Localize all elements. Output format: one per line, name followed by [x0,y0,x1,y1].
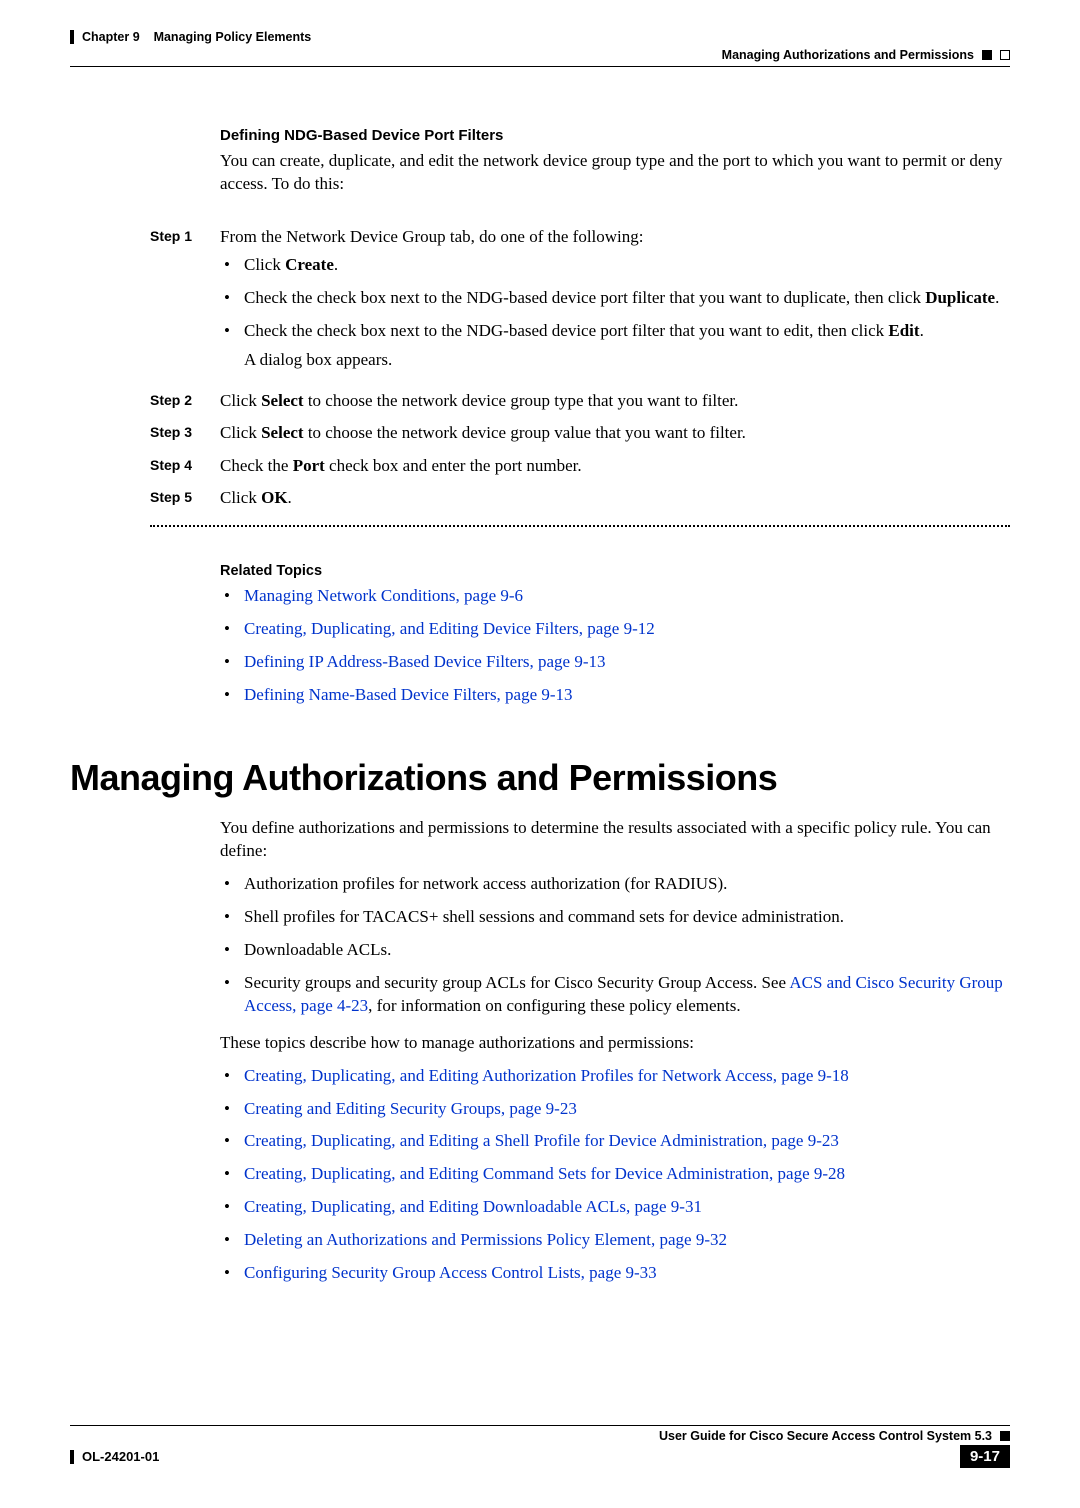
related-link[interactable]: Defining Name-Based Device Filters, page… [244,685,573,704]
step-label: Step 2 [150,388,220,414]
step1-trail: A dialog box appears. [244,349,1010,372]
topic-link[interactable]: Deleting an Authorizations and Permissio… [244,1230,727,1249]
footer-guide-title: User Guide for Cisco Secure Access Contr… [659,1429,992,1443]
header-bar-icon [70,30,74,44]
footer-docnum: OL-24201-01 [82,1449,159,1464]
chapter-title: Managing Policy Elements [154,30,312,44]
related-link[interactable]: Creating, Duplicating, and Editing Devic… [244,619,655,638]
page-header: Chapter 9 Managing Policy Elements Manag… [70,30,1010,67]
header-square-filled-icon [982,50,992,60]
related-topics-list: Managing Network Conditions, page 9-6 Cr… [220,585,1010,707]
step-text: Check the Port check box and enter the p… [220,453,1010,479]
topics-intro: These topics describe how to manage auth… [220,1032,1010,1055]
step-label: Step 1 [150,224,220,382]
step-label: Step 5 [150,485,220,511]
topic-link[interactable]: Creating, Duplicating, and Editing Autho… [244,1066,849,1085]
header-section-right: Managing Authorizations and Permissions [722,48,974,62]
step-text: Click Select to choose the network devic… [220,388,1010,414]
steps-block: Step 1 From the Network Device Group tab… [70,224,1010,511]
header-square-open-icon [1000,50,1010,60]
define-item: Shell profiles for TACACS+ shell session… [220,906,1010,929]
auth-intro: You define authorizations and permission… [220,817,1010,863]
define-item: Downloadable ACLs. [220,939,1010,962]
step-text: Click Select to choose the network devic… [220,420,1010,446]
topic-link[interactable]: Creating, Duplicating, and Editing Downl… [244,1197,702,1216]
page-number-badge: 9-17 [960,1445,1010,1468]
step1-bullet: Check the check box next to the NDG-base… [220,287,1010,310]
page-footer: User Guide for Cisco Secure Access Contr… [70,1425,1010,1468]
chapter-number: Chapter 9 [82,30,140,44]
topic-link[interactable]: Configuring Security Group Access Contro… [244,1263,657,1282]
footer-bar-icon [70,1450,74,1464]
step1-bullet: Check the check box next to the NDG-base… [220,320,1010,372]
related-link[interactable]: Defining IP Address-Based Device Filters… [244,652,605,671]
define-list: Authorization profiles for network acces… [220,873,1010,1018]
related-topics-heading: Related Topics [220,563,1010,579]
dotted-divider [150,525,1010,527]
footer-square-icon [1000,1431,1010,1441]
topic-links-list: Creating, Duplicating, and Editing Autho… [220,1065,1010,1286]
topic-link[interactable]: Creating and Editing Security Groups, pa… [244,1099,577,1118]
section-title-ndg-filters: Defining NDG-Based Device Port Filters [220,127,1010,144]
h1-managing-authorizations: Managing Authorizations and Permissions [70,757,1010,799]
define-item: Security groups and security group ACLs … [220,972,1010,1018]
step-label: Step 3 [150,420,220,446]
step-text: From the Network Device Group tab, do on… [220,227,644,246]
topic-link[interactable]: Creating, Duplicating, and Editing a She… [244,1131,839,1150]
topic-link[interactable]: Creating, Duplicating, and Editing Comma… [244,1164,845,1183]
related-link[interactable]: Managing Network Conditions, page 9-6 [244,586,523,605]
step1-bullet: Click Create. [220,254,1010,277]
step-label: Step 4 [150,453,220,479]
define-item: Authorization profiles for network acces… [220,873,1010,896]
section-intro: You can create, duplicate, and edit the … [220,150,1010,196]
step-text: Click OK. [220,485,1010,511]
